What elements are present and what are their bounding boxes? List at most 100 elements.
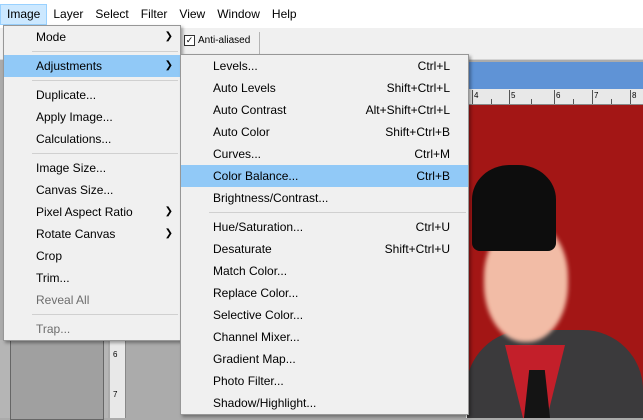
menu-item-label: Auto Levels (213, 81, 276, 95)
menu-separator (32, 314, 178, 315)
anti-aliased-option[interactable]: ✓ Anti-aliased (184, 35, 250, 46)
menu-item-gradient-map[interactable]: Gradient Map... (181, 348, 468, 370)
menu-item-trap: Trap... (4, 318, 180, 340)
menu-help[interactable]: Help (266, 4, 303, 25)
ruler-number: 6 (113, 350, 118, 359)
menu-item-label: Hue/Saturation... (213, 220, 304, 234)
menu-window[interactable]: Window (211, 4, 266, 25)
menu-item-label: Gradient Map... (213, 352, 296, 366)
image-menu: Mode ❯ Adjustments ❯ Duplicate... Apply Image… (3, 25, 181, 341)
anti-aliased-checkbox[interactable]: ✓ (184, 35, 195, 46)
menu-item-label: Canvas Size... (36, 183, 114, 197)
options-divider (259, 32, 260, 54)
vertical-ruler: 6 7 (110, 340, 126, 418)
menu-item-rotate-canvas[interactable]: Rotate Canvas ❯ (4, 223, 180, 245)
menu-item-label: Channel Mixer... (213, 330, 300, 344)
menu-item-label: Curves... (213, 147, 262, 161)
chevron-right-icon: ❯ (164, 206, 173, 217)
menu-item-hue-saturation[interactable]: Hue/Saturation... Ctrl+U (181, 216, 468, 238)
menu-item-label: Pixel Aspect Ratio (36, 205, 133, 219)
menu-separator (32, 51, 178, 52)
menu-item-shortcut: Shift+Ctrl+U (384, 242, 450, 256)
menu-item-label: Image Size... (36, 161, 107, 175)
menu-item-pixel-aspect-ratio[interactable]: Pixel Aspect Ratio ❯ (4, 201, 180, 223)
ruler-number: 6 (556, 91, 561, 100)
menu-item-label: Trim... (36, 271, 70, 285)
menu-item-desaturate[interactable]: Desaturate Shift+Ctrl+U (181, 238, 468, 260)
chevron-right-icon: ❯ (164, 31, 173, 42)
menu-item-mode[interactable]: Mode ❯ (4, 26, 180, 48)
menu-item-trim[interactable]: Trim... (4, 267, 180, 289)
chevron-right-icon: ❯ (164, 60, 173, 71)
menu-item-shortcut: Shift+Ctrl+L (386, 81, 450, 95)
adjustments-submenu: Levels... Ctrl+L Auto Levels Shift+Ctrl+L Au… (180, 54, 469, 415)
chevron-right-icon: ❯ (164, 228, 173, 239)
menu-item-shortcut: Ctrl+M (414, 147, 450, 161)
menu-item-levels[interactable]: Levels... Ctrl+L (181, 55, 468, 77)
menu-item-label: Replace Color... (213, 286, 299, 300)
ruler-number: 4 (474, 91, 479, 100)
menu-item-auto-levels[interactable]: Auto Levels Shift+Ctrl+L (181, 77, 468, 99)
menu-item-label: Desaturate (213, 242, 272, 256)
menu-item-shortcut: Ctrl+U (415, 220, 450, 234)
menu-item-label: Crop (36, 249, 63, 263)
ruler-number: 7 (113, 390, 118, 399)
menu-item-selective-color[interactable]: Selective Color... (181, 304, 468, 326)
menu-item-label: Shadow/Highlight... (213, 396, 317, 410)
menu-item-match-color[interactable]: Match Color... (181, 260, 468, 282)
menu-separator (209, 212, 466, 213)
menu-item-label: Mode (36, 30, 67, 44)
menu-item-crop[interactable]: Crop (4, 245, 180, 267)
menu-item-label: Brightness/Contrast... (213, 191, 329, 205)
menu-item-reveal-all: Reveal All (4, 289, 180, 311)
menu-item-canvas-size[interactable]: Canvas Size... (4, 179, 180, 201)
menu-separator (32, 153, 178, 154)
menu-item-brightness-contrast[interactable]: Brightness/Contrast... (181, 187, 468, 209)
horizontal-ruler: 4 5 6 7 8 (466, 89, 643, 105)
menu-bar: Image Layer Select Filter View Window He… (0, 0, 643, 28)
document-titlebar[interactable] (466, 62, 643, 89)
menu-item-shortcut: Shift+Ctrl+B (385, 125, 450, 139)
menu-item-curves[interactable]: Curves... Ctrl+M (181, 143, 468, 165)
background-document (0, 340, 108, 420)
menu-item-calculations[interactable]: Calculations... (4, 128, 180, 150)
menu-item-shortcut: Ctrl+B (416, 169, 450, 183)
menu-image[interactable]: Image (0, 3, 48, 25)
menu-item-photo-filter[interactable]: Photo Filter... (181, 370, 468, 392)
menu-layer[interactable]: Layer (47, 4, 89, 25)
menu-item-duplicate[interactable]: Duplicate... (4, 84, 180, 106)
background-document-canvas (10, 340, 104, 420)
menu-item-apply-image[interactable]: Apply Image... (4, 106, 180, 128)
menu-item-label: Adjustments (36, 59, 103, 73)
ruler-number: 5 (511, 91, 516, 100)
ruler-number: 7 (594, 91, 599, 100)
menu-item-label: Match Color... (213, 264, 288, 278)
menu-item-label: Auto Color (213, 125, 270, 139)
menu-item-label: Rotate Canvas (36, 227, 116, 241)
menu-item-label: Selective Color... (213, 308, 304, 322)
menu-view[interactable]: View (173, 4, 211, 25)
menu-item-replace-color[interactable]: Replace Color... (181, 282, 468, 304)
menu-item-image-size[interactable]: Image Size... (4, 157, 180, 179)
ruler-number: 8 (632, 91, 637, 100)
menu-item-label: Color Balance... (213, 169, 299, 183)
anti-aliased-label: Anti-aliased (198, 35, 251, 46)
menu-filter[interactable]: Filter (135, 4, 174, 25)
menu-item-label: Reveal All (36, 293, 90, 307)
menu-item-shortcut: Ctrl+L (417, 59, 450, 73)
photo-cap (472, 165, 556, 251)
menu-item-label: Levels... (213, 59, 258, 73)
menu-item-shortcut: Alt+Shift+Ctrl+L (365, 103, 450, 117)
menu-item-auto-contrast[interactable]: Auto Contrast Alt+Shift+Ctrl+L (181, 99, 468, 121)
menu-separator (32, 80, 178, 81)
menu-item-label: Trap... (36, 322, 71, 336)
menu-item-adjustments[interactable]: Adjustments ❯ (4, 55, 180, 77)
menu-item-auto-color[interactable]: Auto Color Shift+Ctrl+B (181, 121, 468, 143)
menu-item-label: Apply Image... (36, 110, 113, 124)
menu-item-color-balance[interactable]: Color Balance... Ctrl+B (181, 165, 468, 187)
menu-item-channel-mixer[interactable]: Channel Mixer... (181, 326, 468, 348)
menu-select[interactable]: Select (89, 4, 134, 25)
menu-item-shadow-highlight[interactable]: Shadow/Highlight... (181, 392, 468, 414)
menu-item-label: Auto Contrast (213, 103, 287, 117)
menu-item-label: Duplicate... (36, 88, 97, 102)
